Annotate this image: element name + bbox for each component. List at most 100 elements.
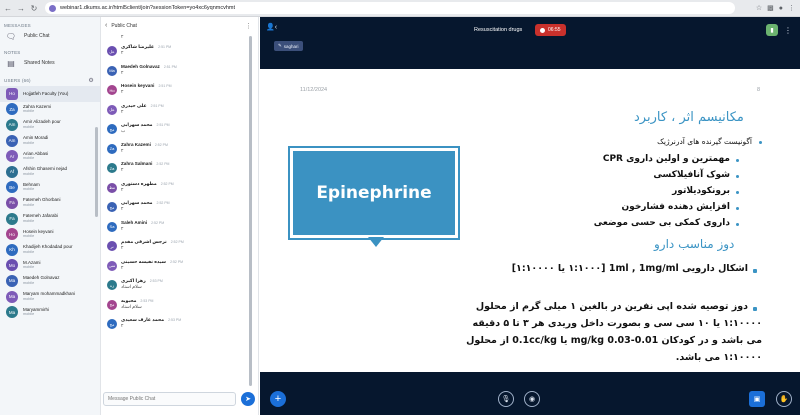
raise-hand-button[interactable]: ✋: [776, 391, 792, 407]
profile-icon[interactable]: ●: [779, 5, 783, 12]
reload-icon[interactable]: ↻: [29, 3, 39, 13]
menu-icon[interactable]: ⋮: [788, 4, 795, 12]
chevron-left-icon[interactable]: ‹: [105, 22, 107, 29]
extensions-icon[interactable]: ▩: [767, 4, 774, 12]
user-list-item[interactable]: Ar Arian Abbasi mobile: [0, 148, 100, 164]
avatar: سی: [107, 260, 117, 271]
message-body: Saleh Amini 2:52 PM ۲: [121, 220, 164, 232]
user-list-item[interactable]: Ho Hojjatfeh Faculty (You): [0, 86, 100, 102]
bottom-control-bar: + 🎙 ◉ ▣ ✋: [260, 390, 800, 415]
message-body: سیده نفیسه حسینی 2:52 PM ۲: [121, 259, 183, 271]
user-text: Afshin Ghasemi nejad mobile: [23, 166, 67, 177]
address-bar[interactable]: webinar1.dkums.ac.ir/html5client/join?se…: [45, 2, 735, 14]
chat-message-input[interactable]: [103, 392, 236, 406]
presenter-icon: ✎: [278, 43, 282, 48]
avatar: Ho: [6, 87, 18, 100]
slide-sub-bullet: مهمترین و اولین داروی CPR: [602, 154, 730, 164]
user-role: mobile: [23, 312, 35, 317]
message-text: ۲: [121, 323, 124, 328]
chat-message: مح محبوبه 2:53 PM سلام استاد: [101, 298, 251, 318]
user-text: Hojjatfeh Faculty (You): [23, 91, 68, 97]
chat-message: نر نرجس اشرفی مقدم 2:52 PM ۲: [101, 239, 251, 259]
user-role: mobile: [23, 187, 35, 192]
user-list-item[interactable]: Am Amin Moradi mobile: [0, 133, 100, 149]
user-role: mobile: [23, 171, 35, 176]
user-list-toggle-icon[interactable]: 👤‹: [266, 23, 277, 31]
forward-icon[interactable]: →: [16, 3, 26, 13]
shared-notes-item[interactable]: ▤ Shared Notes: [0, 55, 100, 71]
bullet-mark: [736, 175, 739, 178]
chat-message: مط مطهره دستوری 2:52 PM ۲: [101, 181, 251, 201]
public-chat-item[interactable]: 🗨 Public Chat: [0, 28, 100, 44]
presenter-name: saghari: [283, 43, 299, 49]
user-list-panel: MESSAGES 🗨 Public Chat NOTES ▤ Shared No…: [0, 17, 101, 415]
bullet-mark: [736, 159, 739, 162]
user-list-item[interactable]: Ma Maryam mohammadkhani mobile: [0, 289, 100, 305]
avatar: نر: [107, 241, 117, 251]
user-text: Arian Abbasi mobile: [23, 151, 48, 162]
avatar: Ma: [6, 290, 18, 303]
url-text: webinar1.dkums.ac.ir/html5client/join?se…: [60, 5, 236, 11]
bookmark-star-icon[interactable]: ☆: [756, 4, 762, 12]
epinephrine-graphic-label: Epinephrine: [316, 183, 432, 203]
avatar: Ma: [107, 65, 117, 76]
message-body: علی حیدری 2:51 PM ۲: [121, 103, 164, 115]
user-list-item[interactable]: Mo M.Azami mobile: [0, 258, 100, 274]
user-name: Hojjatfeh Faculty (You): [23, 91, 69, 97]
user-role: mobile: [23, 296, 35, 301]
presentation-toggle-button[interactable]: ▣: [749, 391, 765, 407]
slide-dose-line: دوز توصیه شده اپی نفرین در بالغین ۱ میلی…: [475, 301, 748, 312]
users-heading: USERS (66) ⚙: [4, 77, 100, 84]
slide-dose-line: می باشد و در کودکان 0.01-0.03 mg/kg یا 0…: [466, 335, 762, 346]
actions-plus-button[interactable]: +: [270, 391, 286, 407]
user-list-item[interactable]: Kh Khadijeh Khodadad pour mobile: [0, 242, 100, 258]
epinephrine-graphic: Epinephrine: [288, 146, 460, 240]
presentation-slide: 11/12/2024 8 مکانیسم اثر ، کاربرد آگونیس…: [260, 69, 800, 372]
mute-microphone-button[interactable]: 🎙: [498, 391, 514, 407]
shared-notes-label: Shared Notes: [24, 60, 55, 66]
user-list-item[interactable]: Af Afshin Ghasemi nejad mobile: [0, 164, 100, 180]
user-list-item[interactable]: Fa Fatemeh Ghorbani mobile: [0, 195, 100, 211]
message-text: ۲: [121, 69, 124, 75]
avatar: Af: [6, 165, 18, 178]
presenter-chip: ✎ saghari: [274, 41, 303, 51]
message-body: محمد عارف سعیدی 2:53 PM ۲: [121, 317, 181, 329]
meeting-title: Resuscitation drugs: [474, 27, 523, 33]
settings-gear-icon[interactable]: ⚙: [88, 77, 94, 84]
send-button[interactable]: ➤: [241, 392, 255, 406]
user-list-item[interactable]: Ho Hosein keyvani mobile: [0, 226, 100, 242]
options-menu-icon[interactable]: ⋮: [782, 24, 794, 36]
message-text: سلام استاد: [121, 284, 142, 289]
back-icon[interactable]: ←: [3, 3, 13, 13]
chat-message: زه زهرا اکبری 2:53 PM سلام استاد: [101, 278, 251, 298]
user-list-item[interactable]: Be Behnam mobile: [0, 180, 100, 196]
avatar: Fa: [6, 196, 18, 209]
users-heading-label: USERS (66): [4, 78, 31, 83]
message-body: علیرضا شاکری 2:51 PM ۲: [121, 44, 171, 56]
bullet-mark: [753, 269, 757, 273]
user-list-item[interactable]: Za Zahra Kazemi mobile: [0, 102, 100, 118]
camera-off-button[interactable]: ◉: [524, 391, 540, 407]
message-text: ۲: [121, 186, 124, 192]
bullet-mark: [736, 191, 739, 194]
users-scrollbar[interactable]: [95, 127, 98, 217]
message-body: زهرا اکبری 2:53 PM سلام استاد: [121, 278, 163, 290]
user-list-item[interactable]: Ma Maedeh Golnavaz mobile: [0, 273, 100, 289]
message-text: ۲: [121, 34, 124, 39]
avatar: Am: [6, 118, 18, 131]
recording-indicator[interactable]: 06:55: [535, 24, 566, 36]
chat-scrollbar[interactable]: [249, 36, 252, 386]
user-list-item[interactable]: Am Amir Alizadeh pour mobile: [0, 117, 100, 133]
avatar: عل: [107, 104, 117, 115]
connection-status-icon[interactable]: ▮: [766, 24, 778, 36]
message-body: محبوبه 2:53 PM سلام استاد: [121, 298, 153, 310]
more-options-icon[interactable]: ⋮: [245, 22, 252, 30]
user-list-item[interactable]: Fa Fatemeh Jafarabi mobile: [0, 211, 100, 227]
user-list-item[interactable]: Ma Maryammirhi mobile: [0, 304, 100, 320]
message-list: ۲ عل علیرضا شاکری 2:51 PM ۲ Ma Maedeh Golnavaz…: [101, 34, 251, 404]
user-role: mobile: [23, 280, 35, 285]
avatar: Fa: [6, 212, 18, 225]
chat-message: مح محمد عارف سعیدی 2:53 PM ۲: [101, 317, 251, 337]
slide-date: 11/12/2024: [300, 87, 328, 93]
avatar: مح: [107, 299, 117, 310]
